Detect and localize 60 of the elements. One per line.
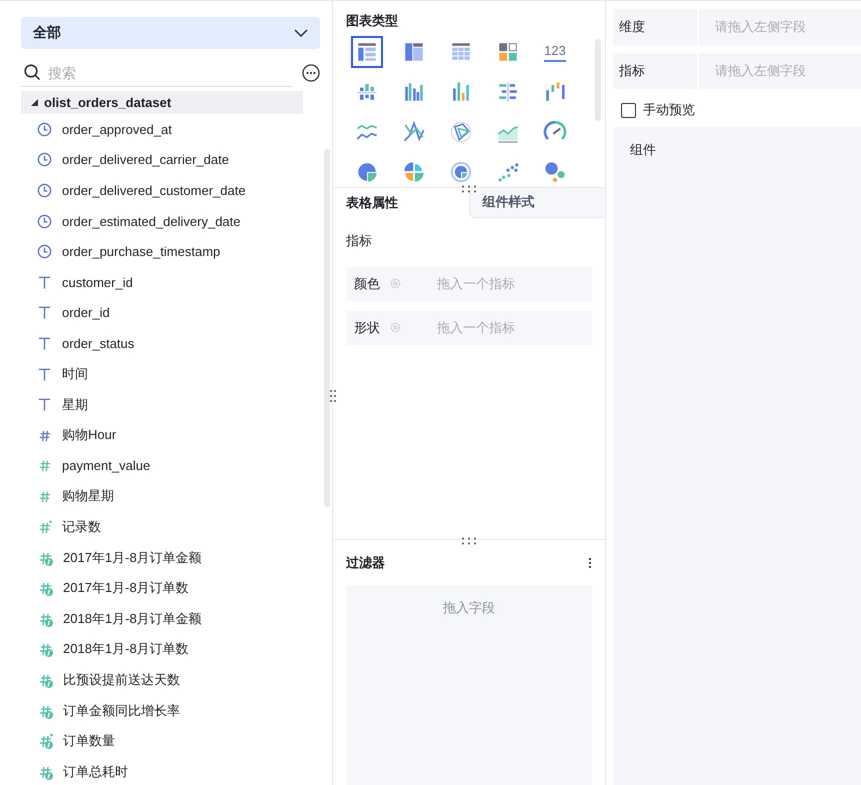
hash-icon <box>37 458 52 474</box>
field-name[interactable]: 时间 <box>62 365 88 384</box>
more-icon[interactable] <box>302 64 320 82</box>
field-name[interactable]: order_delivered_customer_date <box>62 182 246 198</box>
text-type-icon <box>37 274 52 290</box>
section-label: 组件 <box>630 142 656 157</box>
field-name[interactable]: order_approved_at <box>62 122 172 137</box>
field-name[interactable]: 2018年1月-8月订单数 <box>63 640 189 658</box>
field-name[interactable]: 订单数量 <box>63 732 115 750</box>
section-title: 过滤器 <box>346 554 385 572</box>
clock-icon <box>37 182 52 198</box>
scrollbar-thumb[interactable] <box>324 149 330 507</box>
field-name[interactable]: order_purchase_timestamp <box>62 244 220 260</box>
more-vertical-icon[interactable] <box>588 557 592 569</box>
drop-slot[interactable]: 形状 拖入一个指标 <box>346 310 592 345</box>
field-name[interactable]: 比预设提前送达天数 <box>63 670 180 689</box>
text-type-icon <box>37 305 52 320</box>
field-name[interactable]: customer_id <box>62 274 133 290</box>
field-name[interactable]: 订单总耗时 <box>63 762 128 781</box>
dataset-node[interactable]: olist_orders_dataset <box>21 91 303 114</box>
clock-icon <box>37 152 52 168</box>
field-name[interactable]: 记录数 <box>62 518 101 536</box>
checkbox-label[interactable]: 手动预览 <box>643 101 695 119</box>
field-name[interactable]: 订单金额同比增长率 <box>63 702 180 720</box>
field-name[interactable]: 星期 <box>62 396 88 414</box>
calculated-field-icon <box>37 641 53 658</box>
field-name[interactable]: 2018年1月-8月订单金额 <box>63 610 202 628</box>
section-label: 指标 <box>346 232 373 250</box>
field-name[interactable]: 购物星期 <box>62 487 114 506</box>
tab[interactable]: 组件样式 <box>468 188 605 218</box>
hash-asterisk-icon <box>37 520 52 535</box>
field-name[interactable]: order_status <box>62 336 134 351</box>
search-field[interactable]: 搜索 <box>21 59 292 87</box>
resize-handle[interactable] <box>461 537 477 545</box>
calculated-field-icon <box>37 733 53 750</box>
calculated-field-icon <box>37 580 53 596</box>
field-name[interactable]: order_delivered_carrier_date <box>62 152 229 168</box>
text-type-icon <box>37 336 52 351</box>
chart-type-button[interactable] <box>351 36 383 68</box>
drop-slot[interactable]: 指标 请拖入左侧字段 <box>613 53 861 89</box>
field-name[interactable]: order_estimated_delivery_date <box>62 214 240 229</box>
field-name[interactable]: 购物Hour <box>62 426 116 444</box>
field-name[interactable]: 2017年1月-8月订单数 <box>63 579 189 598</box>
chevron-down-icon <box>294 29 308 37</box>
drop-slot[interactable]: 颜色 拖入一个指标 <box>346 266 592 301</box>
resize-handle[interactable] <box>461 185 477 193</box>
field-name[interactable]: payment_value <box>62 458 150 474</box>
drop-slot[interactable]: 维度 请拖入左侧字段 <box>613 9 861 45</box>
clock-icon <box>37 122 52 137</box>
section-title: 图表类型 <box>346 13 398 28</box>
checkbox[interactable] <box>621 102 636 118</box>
clock-icon <box>37 214 52 229</box>
field-name[interactable]: 2017年1月-8月订单金额 <box>63 548 202 567</box>
text-type-icon <box>37 366 52 382</box>
scope-select[interactable]: 全部 <box>21 17 320 49</box>
resize-handle[interactable] <box>330 389 338 405</box>
clock-icon <box>37 244 52 260</box>
field-name[interactable]: order_id <box>62 305 110 320</box>
search-icon <box>24 64 41 81</box>
text-type-icon <box>37 397 52 412</box>
